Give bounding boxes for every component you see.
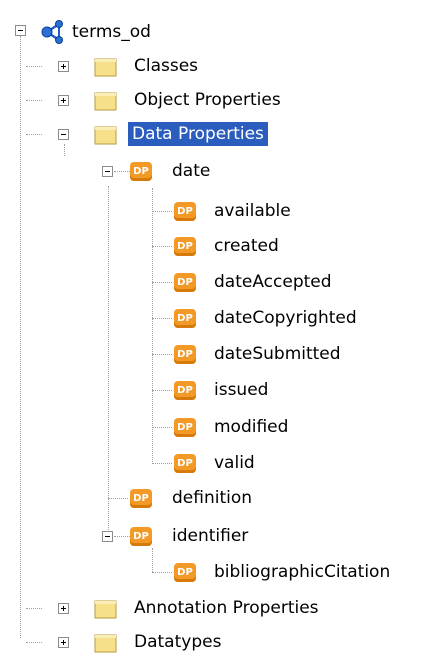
tree-item-date[interactable]: date — [172, 159, 210, 183]
tree-line — [152, 282, 172, 283]
tree-root-label[interactable]: terms_od — [72, 20, 151, 44]
tree-line — [26, 100, 42, 101]
expand-toggle-object-properties[interactable] — [58, 95, 69, 106]
collapse-toggle-root[interactable] — [15, 25, 26, 36]
tree-item-datesubmitted[interactable]: dateSubmitted — [214, 342, 341, 366]
tree-line — [152, 246, 172, 247]
tree-line — [26, 608, 42, 609]
tree-line — [152, 463, 172, 464]
tree-item-created[interactable]: created — [214, 234, 279, 258]
tree-item-identifier[interactable]: identifier — [172, 524, 248, 548]
data-property-icon: DP — [174, 345, 196, 364]
tree-line — [26, 642, 42, 643]
tree-item-dateaccepted[interactable]: dateAccepted — [214, 270, 332, 294]
tree-line — [108, 186, 109, 536]
tree-line — [64, 144, 65, 156]
folder-icon — [94, 124, 118, 146]
tree-folder-object-properties[interactable]: Object Properties — [134, 88, 281, 112]
tree-line — [152, 188, 153, 464]
tree-item-valid[interactable]: valid — [214, 451, 255, 475]
folder-icon — [94, 598, 118, 620]
tree-folder-classes[interactable]: Classes — [134, 54, 198, 78]
tree-line — [114, 536, 130, 537]
tree-item-modified[interactable]: modified — [214, 415, 288, 439]
tree-line — [152, 427, 172, 428]
data-property-icon: DP — [174, 202, 196, 221]
tree-line — [152, 548, 153, 572]
tree-item-datecopyrighted[interactable]: dateCopyrighted — [214, 306, 357, 330]
data-property-icon: DP — [174, 273, 196, 292]
data-property-icon: DP — [174, 563, 196, 582]
tree-line — [152, 318, 172, 319]
ontology-icon — [40, 20, 66, 44]
tree-line — [152, 572, 172, 573]
data-property-icon: DP — [130, 162, 152, 181]
tree-folder-data-properties[interactable]: Data Properties — [128, 122, 268, 146]
expand-toggle-annotation-properties[interactable] — [58, 603, 69, 614]
data-property-icon: DP — [174, 309, 196, 328]
expand-toggle-classes[interactable] — [58, 61, 69, 72]
tree-line — [26, 66, 42, 67]
folder-icon — [94, 632, 118, 654]
expand-toggle-datatypes[interactable] — [58, 637, 69, 648]
tree-line — [152, 211, 172, 212]
tree-item-available[interactable]: available — [214, 199, 291, 223]
ontology-tree: terms_od Classes Object Properties Data … — [0, 0, 421, 668]
data-property-icon: DP — [174, 454, 196, 473]
data-property-icon: DP — [174, 237, 196, 256]
data-property-icon: DP — [130, 489, 152, 508]
tree-item-definition[interactable]: definition — [172, 486, 252, 510]
collapse-toggle-date[interactable] — [102, 166, 113, 177]
tree-line — [20, 36, 21, 638]
data-property-icon: DP — [130, 527, 152, 546]
collapse-toggle-data-properties[interactable] — [58, 129, 69, 140]
tree-line — [108, 498, 128, 499]
data-property-icon: DP — [174, 418, 196, 437]
folder-icon — [94, 90, 118, 112]
tree-item-issued[interactable]: issued — [214, 378, 268, 402]
tree-line — [114, 171, 130, 172]
tree-line — [152, 390, 172, 391]
collapse-toggle-identifier[interactable] — [102, 531, 113, 542]
tree-item-bibliographiccitation[interactable]: bibliographicCitation — [214, 560, 390, 584]
tree-folder-annotation-properties[interactable]: Annotation Properties — [134, 596, 319, 620]
folder-icon — [94, 56, 118, 78]
data-property-icon: DP — [174, 381, 196, 400]
tree-line — [26, 134, 42, 135]
tree-folder-datatypes[interactable]: Datatypes — [134, 630, 221, 654]
tree-line — [152, 354, 172, 355]
